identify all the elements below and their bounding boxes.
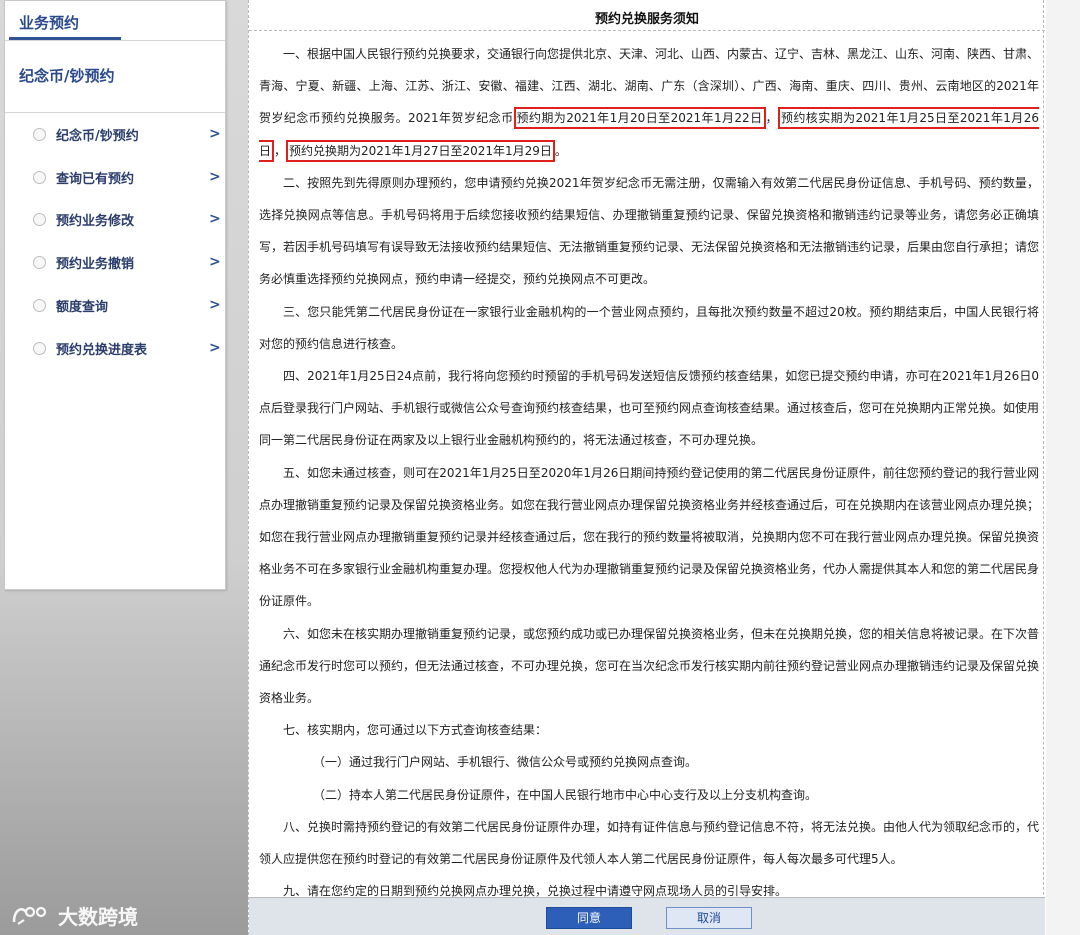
sidebar-section: 纪念币/钞预约 (5, 41, 225, 113)
paragraph-text: ， (274, 143, 287, 158)
chevron-right-icon: > (209, 340, 221, 356)
sidebar-item-label: 额度查询 (56, 299, 109, 315)
sidebar-section-title: 纪念币/钞预约 (19, 67, 115, 85)
notice-paragraph-1: 一、根据中国人民银行预约兑换要求，交通银行向您提供北京、天津、河北、山西、内蒙古… (259, 38, 1039, 167)
sidebar-header-title: 业务预约 (19, 14, 80, 32)
radio-icon[interactable] (33, 212, 46, 226)
notice-paragraph-3: 三、您只能凭第二代居民身份证在一家银行业金融机构的一个营业网点预约，且每批次预约… (259, 304, 1039, 351)
notice-paragraph-4: 四、2021年1月25日24点前，我行将向您预约时预留的手机号码发送短信反馈预约… (259, 369, 1040, 448)
sidebar-item-label: 预约兑换进度表 (56, 342, 148, 358)
radio-icon[interactable] (33, 255, 46, 269)
page-title: 预约兑换服务须知 (594, 12, 699, 27)
sidebar-header: 业务预约 (5, 1, 225, 41)
sidebar-item-modify-reservation[interactable]: 预约业务修改 > (5, 204, 225, 234)
radio-icon[interactable] (33, 127, 46, 141)
chevron-right-icon: > (209, 169, 221, 185)
sidebar-item-label: 查询已有预约 (56, 171, 135, 187)
watermark: 大数跨境 (10, 900, 138, 930)
sidebar-item-label: 纪念币/钞预约 (56, 128, 139, 144)
watermark-text: 大数跨境 (58, 904, 138, 929)
notice-paragraph-7-2: （二）持本人第二代居民身份证原件，在中国人民银行地市中心中心支行及以上分支机构查… (313, 787, 818, 802)
chevron-right-icon: > (209, 211, 221, 227)
radio-icon[interactable] (33, 341, 46, 355)
notice-content[interactable]: 一、根据中国人民银行预约兑换要求，交通银行向您提供北京、天津、河北、山西、内蒙古… (259, 38, 1039, 907)
radio-icon[interactable] (33, 298, 46, 312)
sidebar-item-cancel-reservation[interactable]: 预约业务撤销 > (5, 247, 225, 277)
notice-paragraph-7-1: （一）通过我行门户网站、手机银行、微信公众号或预约兑换网点查询。 (313, 755, 698, 770)
notice-paragraph-7: 七、核实期内，您可通过以下方式查询核查结果： (283, 723, 548, 738)
notice-paragraph-5: 五、如您未通过核查，则可在2021年1月25日至2020年1月26日期间持预约登… (259, 465, 1040, 609)
sidebar-item-commemorative-reservation[interactable]: 纪念币/钞预约 > (5, 119, 225, 149)
notice-panel: 预约兑换服务须知 一、根据中国人民银行预约兑换要求，交通银行向您提供北京、天津、… (248, 0, 1045, 935)
chevron-right-icon: > (209, 254, 221, 270)
cancel-button[interactable]: 取消 (666, 907, 752, 929)
highlight-reservation-period: 预约期为2021年1月20日至2021年1月22日 (513, 107, 766, 130)
watermark-logo-icon (12, 906, 47, 925)
sidebar-item-exchange-progress[interactable]: 预约兑换进度表 > (5, 333, 225, 363)
agree-button[interactable]: 同意 (546, 907, 632, 929)
page-background-right (1046, 0, 1080, 935)
title-divider (249, 30, 1045, 31)
sidebar-header-underline (9, 37, 121, 40)
chevron-right-icon: > (209, 297, 221, 313)
sidebar: 业务预约 纪念币/钞预约 纪念币/钞预约 > 查询已有预约 > 预约业务修改 >… (4, 0, 226, 590)
sidebar-item-quota-query[interactable]: 额度查询 > (5, 290, 225, 320)
highlight-exchange-period: 预约兑换期为2021年1月27日至2021年1月29日 (286, 139, 555, 162)
notice-paragraph-8: 八、兑换时需持预约登记的有效第二代居民身份证原件办理，如持有证件信息与预约登记信… (259, 819, 1040, 867)
paragraph-text: ， (765, 111, 778, 126)
sidebar-item-label: 预约业务修改 (56, 213, 135, 229)
sidebar-item-query-reservation[interactable]: 查询已有预约 > (5, 162, 225, 192)
notice-paragraph-2: 二、按照先到先得原则办理预约，您申请预约兑换2021年贺岁纪念币无需注册，仅需输… (259, 175, 1040, 287)
button-bar (249, 897, 1045, 935)
paragraph-text: 。 (554, 143, 567, 158)
notice-paragraph-6: 六、如您未在核实期办理撤销重复预约记录，或您预约成功或已办理保留兑换资格业务，但… (259, 626, 1040, 706)
radio-icon[interactable] (33, 170, 46, 184)
sidebar-item-label: 预约业务撤销 (56, 256, 135, 272)
chevron-right-icon: > (209, 126, 221, 142)
